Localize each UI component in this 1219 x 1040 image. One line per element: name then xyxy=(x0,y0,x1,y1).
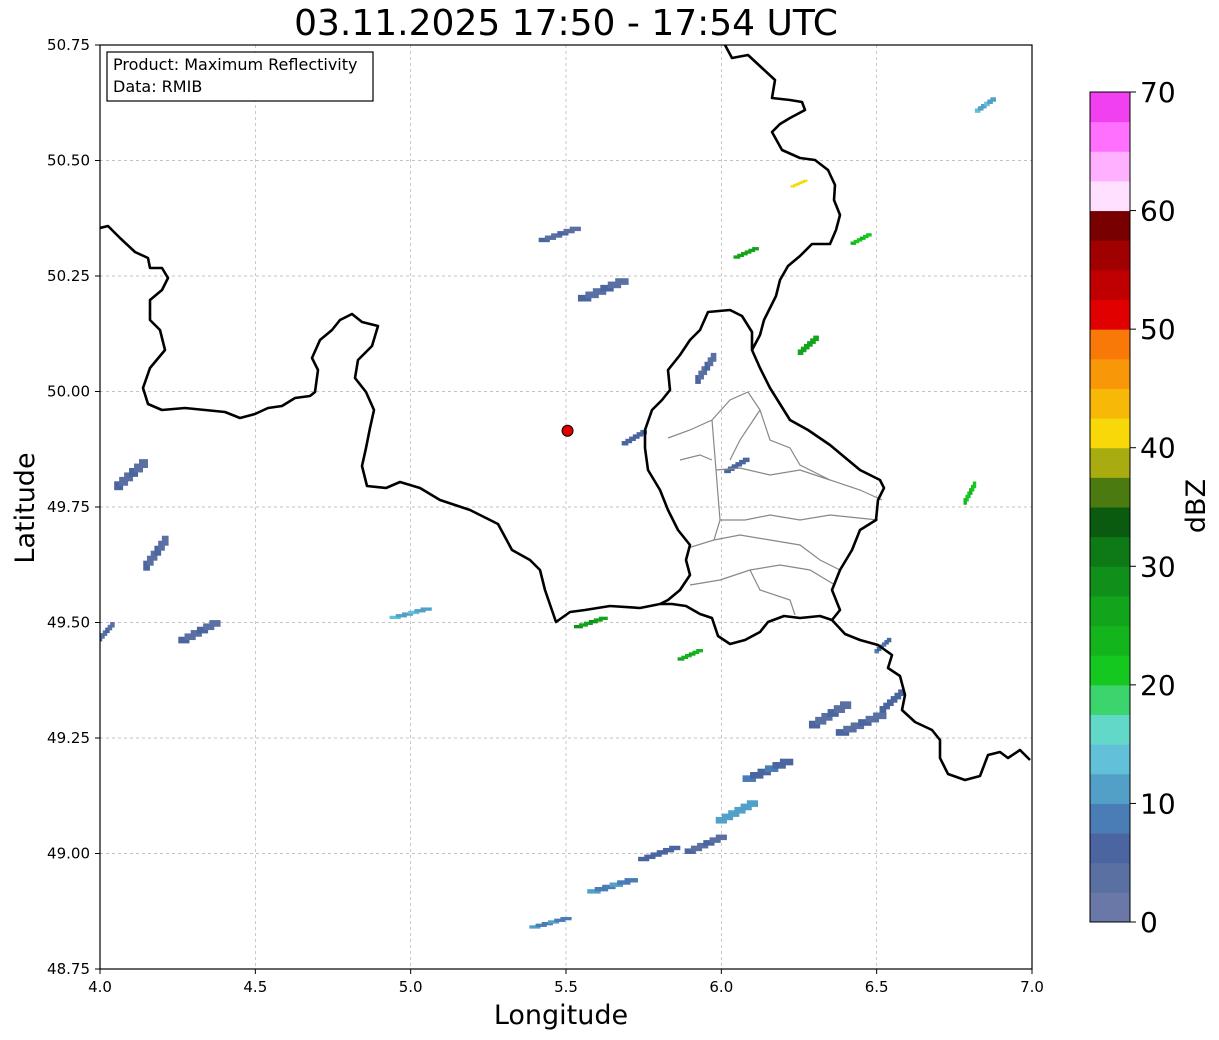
colorbar-segment xyxy=(1090,358,1130,389)
echo-cell xyxy=(742,457,750,463)
colorbar-segment xyxy=(1090,625,1130,656)
colorbar-segment xyxy=(1090,418,1130,449)
echo-cell xyxy=(420,607,432,611)
radar-figure: 4.0 4.5 5.0 5.5 6.0 6.5 7.0 48.75 49.00 49.25 49.… xyxy=(10,36,1212,1031)
info-data-line: Data: RMIB xyxy=(113,77,202,96)
colorbar-segment xyxy=(1090,507,1130,538)
echo-cell xyxy=(752,247,759,251)
colorbar-tick-label: 50 xyxy=(1140,313,1176,346)
echo-cell xyxy=(696,649,703,653)
colorbar-segment xyxy=(1090,180,1130,212)
colorbar-segment xyxy=(1090,210,1130,241)
colorbar-segment xyxy=(1090,269,1130,300)
y-tick-label: 49.25 xyxy=(47,729,90,747)
colorbar-segment xyxy=(1090,240,1130,271)
echo-cell xyxy=(840,701,852,710)
y-tick-label: 50.50 xyxy=(47,152,90,170)
colorbar-segment xyxy=(1090,151,1130,182)
colorbar-segment xyxy=(1090,803,1130,834)
colorbar-segment xyxy=(1090,121,1130,152)
colorbar-segment xyxy=(1090,655,1130,686)
colorbar-tick-label: 20 xyxy=(1140,669,1176,702)
y-tick-label: 49.00 xyxy=(47,845,90,863)
x-tick-label: 5.0 xyxy=(399,978,423,996)
y-tick-label: 48.75 xyxy=(47,960,90,978)
x-axis-label: Longitude xyxy=(494,1000,628,1031)
x-tick-label: 4.0 xyxy=(88,978,112,996)
colorbar: 0 10 20 30 40 50 60 70 xyxy=(1089,76,1176,939)
x-axis-ticks: 4.0 4.5 5.0 5.5 6.0 6.5 7.0 xyxy=(88,969,1044,996)
colorbar-tick-label: 0 xyxy=(1140,906,1158,939)
colorbar-segment xyxy=(1090,833,1130,864)
x-tick-label: 6.5 xyxy=(865,978,889,996)
colorbar-segment xyxy=(1090,892,1130,923)
y-tick-label: 50.00 xyxy=(47,383,90,401)
colorbar-segment xyxy=(1090,477,1130,508)
x-tick-label: 6.0 xyxy=(709,978,733,996)
colorbar-segment xyxy=(1090,92,1130,123)
echo-cell xyxy=(139,459,148,469)
colorbar-tick-label: 30 xyxy=(1140,550,1176,583)
echo-cell xyxy=(710,352,717,362)
echo-cell xyxy=(886,637,892,643)
colorbar-segment xyxy=(1090,447,1130,478)
colorbar-segment xyxy=(1090,862,1130,893)
echo-cell xyxy=(669,845,681,851)
colorbar-tick-label: 40 xyxy=(1140,432,1176,465)
y-tick-label: 49.75 xyxy=(47,498,90,516)
radar-site-marker xyxy=(561,424,574,437)
echo-cell xyxy=(813,335,819,342)
echo-cell xyxy=(866,233,872,237)
echo-cell xyxy=(209,620,221,627)
colorbar-label: dBZ xyxy=(1181,479,1212,533)
colorbar-segment xyxy=(1090,714,1130,745)
colorbar-segment xyxy=(1090,566,1130,597)
x-tick-label: 4.5 xyxy=(243,978,267,996)
colorbar-segment xyxy=(1090,595,1130,627)
colorbar-tick-label: 60 xyxy=(1140,195,1176,228)
echo-cell xyxy=(569,226,581,232)
x-tick-label: 5.5 xyxy=(554,978,578,996)
colorbar-segment xyxy=(1090,329,1130,360)
colorbar-segment xyxy=(1090,684,1130,715)
y-axis-label: Latitude xyxy=(10,452,41,563)
y-tick-label: 50.25 xyxy=(47,267,90,285)
colorbar-segment xyxy=(1090,299,1130,330)
echo-cell xyxy=(873,712,887,720)
echo-cell xyxy=(972,481,977,489)
echo-cell xyxy=(990,97,996,102)
echo-cell xyxy=(161,535,169,546)
echo-cell xyxy=(624,878,638,883)
echo-cell xyxy=(560,916,572,921)
y-axis-ticks: 48.75 49.00 49.25 49.50 49.75 50.00 50.25 50.50… xyxy=(47,36,100,978)
x-tick-label: 7.0 xyxy=(1020,978,1044,996)
y-tick-label: 50.75 xyxy=(47,36,90,54)
echo-cell xyxy=(779,758,794,766)
colorbar-segment xyxy=(1090,773,1130,804)
info-box: Product: Maximum Reflectivity Data: RMIB xyxy=(106,51,374,102)
colorbar-tick-label: 10 xyxy=(1140,787,1176,820)
echo-cell xyxy=(110,622,115,628)
colorbar-segment xyxy=(1090,744,1130,775)
echo-cell xyxy=(802,179,808,182)
echo-cell xyxy=(598,616,608,621)
echo-cell xyxy=(615,278,629,285)
echo-cell xyxy=(746,800,758,807)
info-product-line: Product: Maximum Reflectivity xyxy=(113,55,357,74)
colorbar-segment xyxy=(1090,536,1130,567)
echo-cell xyxy=(715,834,727,841)
colorbar-tick-label: 70 xyxy=(1140,76,1176,109)
colorbar-segment xyxy=(1090,388,1130,419)
y-tick-label: 49.50 xyxy=(47,614,90,632)
